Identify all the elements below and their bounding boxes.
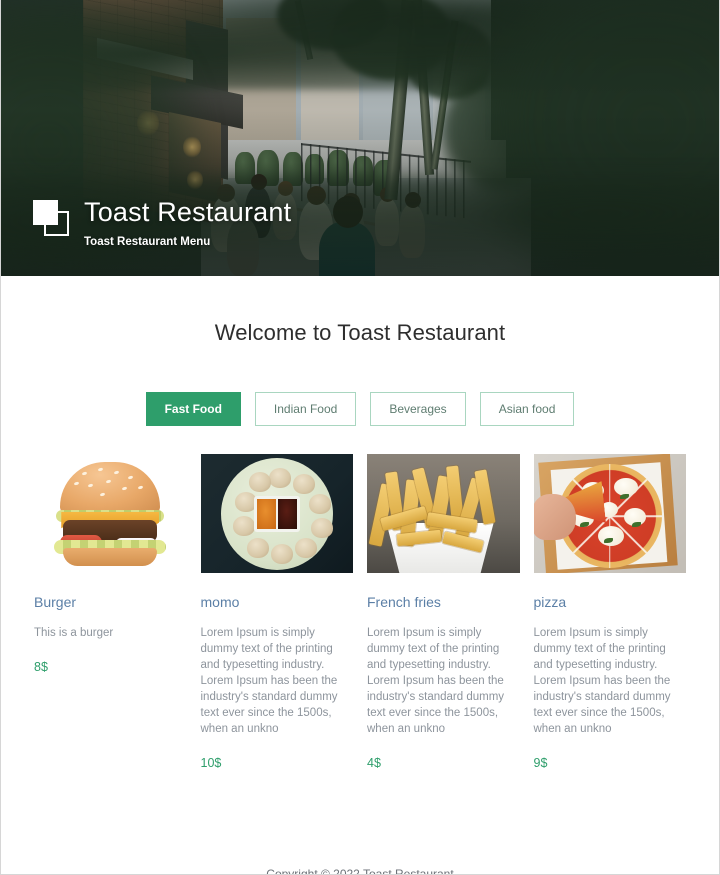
momo-dumpling bbox=[308, 494, 331, 514]
menu-item-description: Lorem Ipsum is simply dummy text of the … bbox=[533, 627, 671, 735]
footer-copyright: Copyright © 2022 Toast Restaurant bbox=[266, 867, 454, 875]
tab-fast-food[interactable]: Fast Food bbox=[145, 392, 241, 426]
menu-item-name: Burger bbox=[34, 594, 77, 610]
burger-top-bun bbox=[60, 462, 161, 514]
menu-item-card[interactable]: French fries Lorem Ipsum is simply dummy… bbox=[367, 454, 520, 771]
momo-image bbox=[200, 454, 353, 573]
mozzarella bbox=[597, 525, 624, 546]
momo-orange-sauce bbox=[256, 498, 276, 529]
momo-dumpling bbox=[270, 544, 293, 564]
burger-bottom-bun bbox=[63, 548, 158, 566]
momo-dumpling bbox=[246, 538, 269, 558]
menu-item-description: Lorem Ipsum is simply dummy text of the … bbox=[367, 627, 505, 735]
site-title: Toast Restaurant bbox=[84, 197, 292, 227]
menu-item-description: Lorem Ipsum is simply dummy text of the … bbox=[200, 627, 338, 735]
burger-illustration bbox=[54, 460, 167, 566]
page-root: Toast Restaurant Toast Restaurant Menu W… bbox=[0, 0, 720, 875]
hand bbox=[533, 494, 576, 540]
basil-leaf bbox=[631, 521, 641, 527]
menu-item-name: French fries bbox=[367, 594, 441, 610]
menu-item-price: 8$ bbox=[34, 660, 48, 674]
momo-dumpling bbox=[232, 516, 255, 536]
momo-sauce-tray bbox=[253, 495, 300, 532]
logo-square-outline bbox=[44, 211, 69, 236]
momo-dumpling bbox=[310, 518, 333, 538]
menu-item-price: 10$ bbox=[200, 756, 222, 770]
hero-banner: Toast Restaurant Toast Restaurant Menu bbox=[1, 0, 719, 276]
french-fries-image bbox=[367, 454, 520, 573]
burger-image bbox=[34, 454, 187, 573]
main-content: Welcome to Toast Restaurant Fast Food In… bbox=[1, 320, 719, 771]
menu-item-card[interactable]: momo Lorem Ipsum is simply dummy text of… bbox=[200, 454, 353, 771]
menu-item-price: 9$ bbox=[533, 756, 548, 770]
pizza-image bbox=[533, 454, 686, 573]
menu-item-grid: Burger This is a burger 8$ momo Lorem Ip… bbox=[34, 454, 686, 771]
menu-item-price: 4$ bbox=[367, 756, 381, 770]
momo-dark-sauce bbox=[277, 498, 297, 529]
tab-asian-food[interactable]: Asian food bbox=[479, 392, 575, 426]
momo-dumpling bbox=[268, 468, 291, 488]
momo-dumpling bbox=[294, 538, 317, 558]
menu-item-description: This is a burger bbox=[34, 627, 114, 639]
tab-beverages[interactable]: Beverages bbox=[370, 392, 466, 426]
page-title: Welcome to Toast Restaurant bbox=[214, 320, 506, 345]
site-subtitle: Toast Restaurant Menu bbox=[84, 236, 211, 248]
overlapping-squares-icon bbox=[33, 200, 71, 238]
momo-dumpling bbox=[292, 474, 315, 494]
menu-item-name: pizza bbox=[533, 594, 567, 610]
hero-branding: Toast Restaurant Toast Restaurant Menu bbox=[33, 197, 291, 250]
menu-item-name: momo bbox=[200, 594, 240, 610]
menu-item-card[interactable]: Burger This is a burger 8$ bbox=[34, 454, 187, 771]
menu-item-card[interactable]: pizza Lorem Ipsum is simply dummy text o… bbox=[533, 454, 686, 771]
basil-leaf bbox=[579, 521, 589, 527]
category-tabs: Fast Food Indian Food Beverages Asian fo… bbox=[34, 392, 686, 426]
hero-brand-text: Toast Restaurant Toast Restaurant Menu bbox=[84, 197, 291, 250]
momo-dumpling bbox=[248, 472, 271, 492]
tab-indian-food[interactable]: Indian Food bbox=[254, 392, 357, 426]
